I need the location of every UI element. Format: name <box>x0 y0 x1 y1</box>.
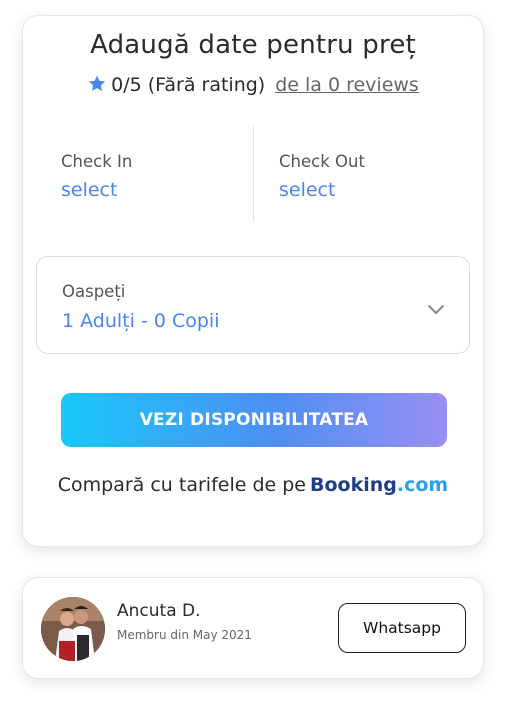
host-member-since: Membru din May 2021 <box>117 628 252 642</box>
check-in-field[interactable]: Check In select <box>61 126 261 226</box>
date-selector: Check In select Check Out select <box>23 126 483 226</box>
booking-card: Adaugă date pentru preț 0/5 (Fără rating… <box>22 15 484 547</box>
check-out-field[interactable]: Check Out select <box>279 126 479 226</box>
date-divider <box>253 126 254 222</box>
booking-logo[interactable]: Booking.com <box>310 474 448 496</box>
guests-dropdown[interactable]: Oaspeți 1 Adulți - 0 Copii <box>36 256 470 354</box>
rating-row: 0/5 (Fără rating) de la 0 reviews <box>23 74 483 99</box>
whatsapp-button[interactable]: Whatsapp <box>338 603 466 653</box>
check-out-value[interactable]: select <box>279 179 335 201</box>
avatar <box>41 597 105 661</box>
price-title: Adaugă date pentru preț <box>90 30 416 60</box>
guests-label: Oaspeți <box>62 282 126 301</box>
compare-text: Compară cu tarifele de pe <box>57 474 306 496</box>
check-in-value[interactable]: select <box>61 179 117 201</box>
host-card: Ancuta D. Membru din May 2021 Whatsapp <box>22 577 484 679</box>
compare-row: Compară cu tarifele de pe Booking.com <box>23 474 483 496</box>
check-availability-button[interactable]: VEZI DISPONIBILITATEA <box>61 393 447 447</box>
reviews-link[interactable]: de la 0 reviews <box>275 74 419 96</box>
rating-value: 0/5 (Fără rating) <box>111 74 266 96</box>
star-icon <box>87 74 107 99</box>
chevron-down-icon[interactable] <box>427 301 445 320</box>
check-in-label: Check In <box>61 152 133 171</box>
check-out-label: Check Out <box>279 152 365 171</box>
host-name: Ancuta D. <box>117 601 201 621</box>
guests-value: 1 Adulți - 0 Copii <box>62 310 220 332</box>
